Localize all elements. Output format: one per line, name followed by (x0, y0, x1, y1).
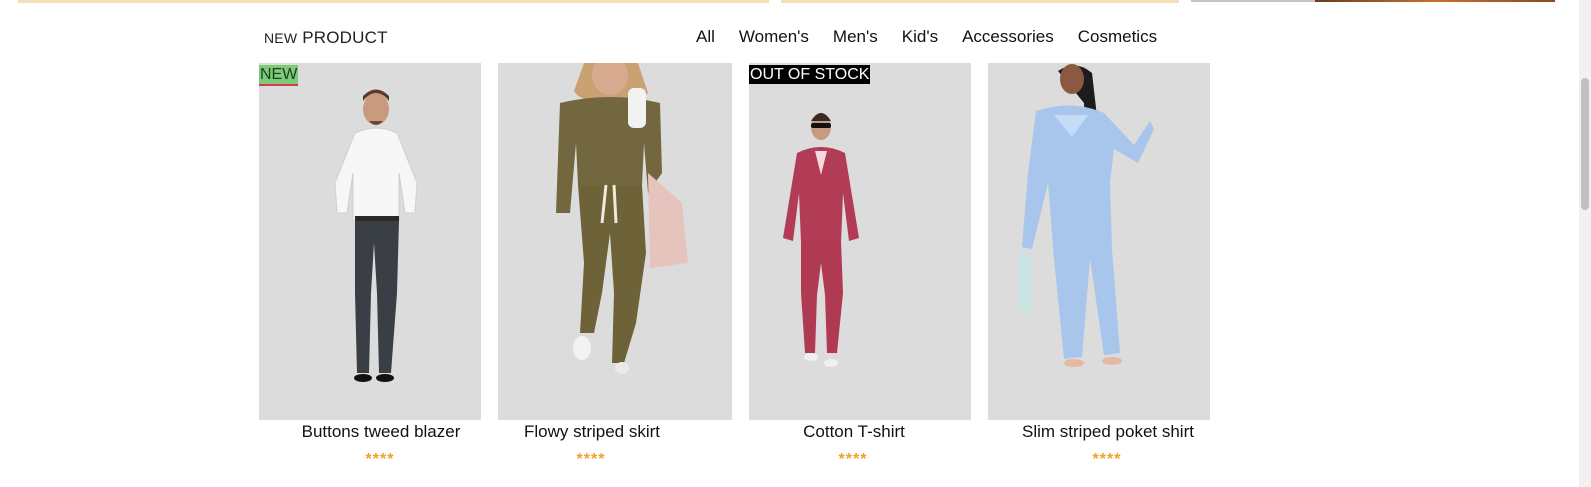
product-section: NEW PRODUCT All Women's Men's Kid's Acce… (0, 0, 1591, 487)
product-image[interactable]: OUT OF STOCK (749, 63, 971, 420)
product-name[interactable]: Slim striped poket shirt (978, 422, 1238, 442)
section-title-main: PRODUCT (302, 28, 388, 47)
page-scrollbar[interactable] (1579, 0, 1591, 487)
banner-strip (18, 0, 769, 3)
product-card[interactable]: NEW (259, 63, 481, 420)
product-name[interactable]: Cotton T-shirt (724, 422, 984, 442)
product-card[interactable] (988, 63, 1210, 420)
product-photo-woman-olive-set (556, 63, 688, 374)
product-image[interactable] (988, 63, 1210, 420)
new-badge: NEW (259, 65, 299, 86)
filter-womens[interactable]: Women's (739, 27, 809, 47)
section-title-prefix: NEW (264, 30, 298, 46)
product-rating: **** (365, 451, 395, 468)
banner-strip (781, 0, 1179, 3)
banner-strip (1191, 0, 1315, 2)
filter-mens[interactable]: Men's (833, 27, 878, 47)
product-card[interactable]: OUT OF STOCK (749, 63, 971, 420)
product-photo-man-white-shirt (334, 89, 418, 382)
filter-kids[interactable]: Kid's (902, 27, 938, 47)
product-rating: **** (838, 451, 868, 468)
out-of-stock-badge: OUT OF STOCK (749, 65, 871, 84)
filter-accessories[interactable]: Accessories (962, 27, 1054, 47)
product-rating: **** (1092, 451, 1122, 468)
scrollbar-thumb[interactable] (1581, 78, 1589, 210)
product-photo-man-red-suit (783, 113, 859, 367)
product-name[interactable]: Flowy striped skirt (462, 422, 722, 442)
product-image[interactable] (498, 63, 732, 420)
filter-cosmetics[interactable]: Cosmetics (1078, 27, 1157, 47)
product-image[interactable]: NEW (259, 63, 481, 420)
product-card[interactable] (498, 63, 732, 420)
category-filter-nav: All Women's Men's Kid's Accessories Cosm… (696, 27, 1157, 47)
section-title: NEW PRODUCT (264, 28, 388, 48)
product-photo-woman-blue-jumpsuit (1018, 64, 1154, 367)
product-rating: **** (576, 451, 606, 468)
banner-strip (1315, 0, 1555, 2)
filter-all[interactable]: All (696, 27, 715, 47)
